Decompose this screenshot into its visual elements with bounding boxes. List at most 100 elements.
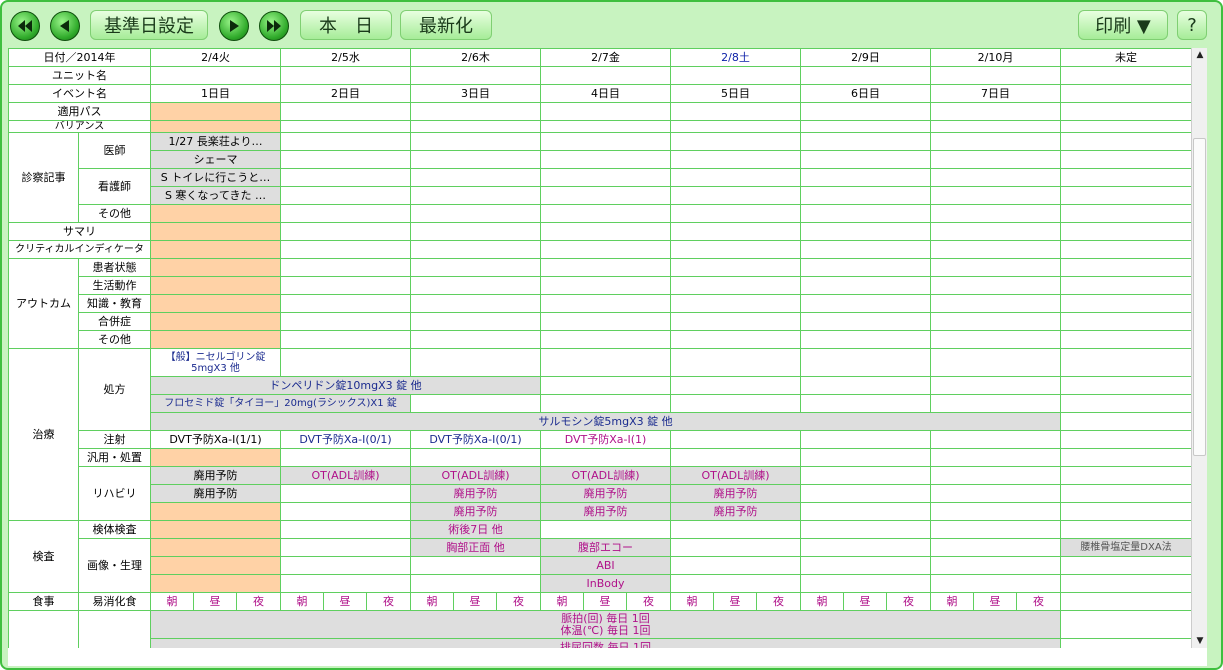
cell[interactable] [1060,520,1193,539]
cell[interactable] [800,240,931,259]
cell[interactable] [410,102,541,121]
cell[interactable] [540,294,671,313]
cell[interactable] [929,312,1062,331]
cell[interactable] [280,348,411,377]
meal-cell[interactable]: 昼 [843,592,887,611]
cell[interactable] [540,150,671,169]
cell[interactable] [150,520,281,539]
imaging-entry[interactable]: 腰椎骨塩定量DXA法 [1060,538,1193,557]
cell[interactable] [800,66,931,85]
vertical-scrollbar[interactable]: ▲ ▼ [1191,48,1207,648]
date-header-cell[interactable]: 未定 [1060,48,1193,67]
cell[interactable] [670,448,801,467]
cell[interactable] [410,276,541,295]
cell[interactable] [410,348,541,377]
cell[interactable] [929,502,1062,521]
prescription-entry[interactable]: 【般】ニセルゴリン錠 5mgX3 他 [150,348,281,377]
cell[interactable] [280,312,411,331]
rehab-entry[interactable]: OT(ADL訓練) [670,466,801,485]
rehab-entry[interactable]: 廃用予防 [670,502,801,521]
rehab-entry[interactable]: 廃用予防 [150,484,281,503]
cell[interactable] [1060,276,1193,295]
cell[interactable] [929,376,1062,395]
cell[interactable] [410,330,541,349]
cell[interactable] [1060,168,1193,187]
cell[interactable] [800,538,931,557]
cell[interactable] [670,394,801,413]
first-page-button[interactable] [10,11,40,41]
cell[interactable] [929,168,1062,187]
date-header-cell[interactable]: 2/6木 [410,48,541,67]
prescription-entry[interactable]: フロセミド錠「タイヨー」20mg(ラシックス)X1 錠 [150,394,411,413]
cell[interactable] [150,330,281,349]
cell[interactable] [1060,258,1193,277]
cell[interactable] [929,448,1062,467]
cell[interactable] [800,348,931,377]
cell[interactable] [540,394,671,413]
cell[interactable] [1060,132,1193,151]
date-header-cell[interactable]: 2/4火 [150,48,281,67]
prescription-entry[interactable]: ドンペリドン錠10mgX3 錠 他 [150,376,541,395]
event-day-cell[interactable]: 6日目 [800,84,931,103]
meal-cell[interactable]: 夜 [366,592,411,611]
cell[interactable] [800,484,931,503]
cell[interactable] [280,574,411,593]
rehab-entry[interactable]: 廃用予防 [670,484,801,503]
cell[interactable] [280,294,411,313]
imaging-entry[interactable]: InBody [540,574,671,593]
cell[interactable] [1060,638,1193,648]
rehab-entry[interactable]: OT(ADL訓練) [410,466,541,485]
meal-cell[interactable]: 昼 [713,592,757,611]
meal-cell[interactable]: 夜 [756,592,801,611]
cell[interactable] [1060,312,1193,331]
cell[interactable] [670,186,801,205]
cell[interactable] [1060,294,1193,313]
meal-cell[interactable]: 昼 [193,592,237,611]
injection-entry[interactable]: DVT予防Xa-I(0/1) [280,430,411,449]
scroll-thumb[interactable] [1193,138,1206,456]
cell[interactable] [280,240,411,259]
cell[interactable] [670,222,801,241]
cell[interactable] [410,66,541,85]
cell[interactable] [280,132,411,151]
meal-cell[interactable]: 朝 [410,592,454,611]
meal-cell[interactable]: 朝 [670,592,714,611]
cell[interactable] [670,120,801,133]
cell[interactable] [800,186,931,205]
cell[interactable] [929,222,1062,241]
cell[interactable] [150,556,281,575]
cell[interactable] [540,222,671,241]
cell[interactable] [800,150,931,169]
cell[interactable] [670,102,801,121]
rehab-entry[interactable]: OT(ADL訓練) [540,466,671,485]
cell[interactable] [929,276,1062,295]
cell[interactable] [150,276,281,295]
cell[interactable] [670,312,801,331]
cell[interactable] [1060,150,1193,169]
event-day-cell[interactable]: 5日目 [670,84,801,103]
injection-entry[interactable]: DVT予防Xa-I(1/1) [150,430,281,449]
cell[interactable] [410,312,541,331]
cell[interactable] [1060,66,1193,85]
cell[interactable] [280,276,411,295]
cell[interactable] [800,276,931,295]
date-header-cell[interactable]: 2/9日 [800,48,931,67]
cell[interactable] [1060,610,1193,639]
cell[interactable] [1060,430,1193,449]
cell[interactable] [800,168,931,187]
cell[interactable] [540,132,671,151]
meal-cell[interactable]: 夜 [236,592,281,611]
today-button[interactable]: 本 日 [300,10,392,40]
cell[interactable] [280,502,411,521]
cell[interactable] [1060,502,1193,521]
injection-entry[interactable]: DVT予防Xa-I(0/1) [410,430,541,449]
meal-cell[interactable]: 朝 [800,592,844,611]
cell[interactable] [280,204,411,223]
cell[interactable] [410,240,541,259]
cell[interactable] [800,574,931,593]
cell[interactable] [929,132,1062,151]
cell[interactable] [929,330,1062,349]
cell[interactable] [1060,222,1193,241]
cell[interactable] [929,186,1062,205]
cell[interactable] [150,120,281,133]
